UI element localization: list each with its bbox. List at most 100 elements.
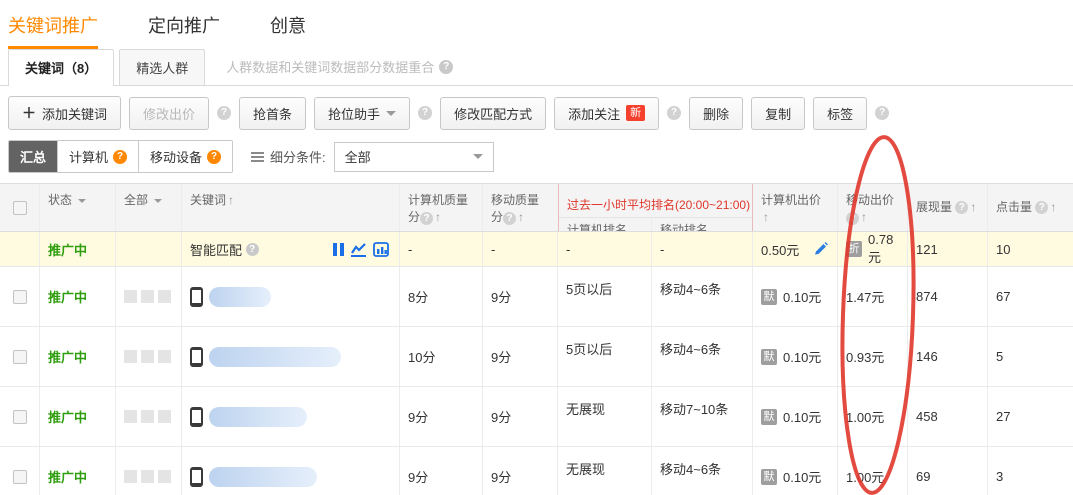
grab-assistant-label: 抢位助手 (328, 104, 380, 123)
device-indicator-icon (124, 350, 171, 363)
tag-button[interactable]: 标签 (813, 97, 867, 130)
help-icon[interactable]: ? (875, 106, 889, 120)
col-all[interactable]: 全部 (116, 184, 182, 231)
table-row: 推广中 9分 9分 无展现 移动7~10条 默 0.10元 1.00元 458 … (0, 387, 1073, 447)
smart-match-label: 智能匹配 (190, 240, 242, 259)
mobile-rank-value: 移动7~10条 (652, 387, 753, 446)
top-nav: 关键词推广 定向推广 创意 (0, 0, 1073, 49)
sort-asc-icon[interactable]: ↑ (1050, 199, 1056, 216)
sort-asc-icon[interactable]: ↑ (763, 210, 769, 224)
table-row: 推广中 8分 9分 5页以后 移动4~6条 默 0.10元 1.47元 874 … (0, 267, 1073, 327)
sort-asc-icon[interactable]: ↑ (435, 210, 441, 224)
help-icon[interactable]: ? (246, 243, 259, 256)
segment-mobile-label: 移动设备 (150, 147, 202, 166)
col-computer-bid-label: 计算机出价 (761, 193, 821, 207)
sort-asc-icon[interactable]: ↑ (228, 193, 234, 207)
default-bid-badge: 默 (761, 409, 777, 425)
pause-icon[interactable] (333, 243, 344, 256)
table-header: 状态 全部 关键词↑ 计算机质量分?↑ 移动质量分?↑ 过去一小时平均排名(20… (0, 184, 1073, 232)
help-icon[interactable]: ? (207, 150, 221, 164)
sort-asc-icon[interactable]: ↑ (861, 210, 867, 224)
col-computer-rank[interactable]: 计算机排名 (559, 218, 652, 231)
impressions-value: 121 (908, 232, 988, 266)
help-icon[interactable]: ? (418, 106, 432, 120)
trend-chart-icon[interactable] (350, 242, 367, 257)
table-row: 推广中 9分 9分 无展现 移动4~6条 默 0.10元 1.00元 69 3 (0, 447, 1073, 495)
default-bid-badge: 默 (761, 349, 777, 365)
help-icon[interactable]: ? (439, 60, 453, 74)
tab-creative[interactable]: 创意 (270, 12, 306, 49)
subtab-keywords[interactable]: 关键词（8） (8, 49, 114, 86)
subtab-note-text: 人群数据和关键词数据部分数据重合 (226, 57, 434, 76)
col-mobile-quality[interactable]: 移动质量分?↑ (483, 184, 558, 231)
delete-button[interactable]: 删除 (689, 97, 743, 130)
impressions-value: 874 (908, 267, 988, 326)
chevron-down-icon (473, 154, 483, 159)
condition-dropdown[interactable]: 全部 (334, 142, 494, 172)
segment-computer[interactable]: 计算机 ? (58, 141, 139, 172)
phone-icon (190, 287, 203, 307)
device-segment-group: 汇总 计算机 ? 移动设备 ? (8, 140, 233, 173)
col-mobile-bid[interactable]: 移动出价 ?↑ (838, 184, 908, 231)
help-icon[interactable]: ? (1035, 201, 1048, 214)
row-checkbox[interactable] (13, 290, 27, 304)
mobile-rank-value: 移动4~6条 (652, 267, 753, 326)
tab-targeted-promotion[interactable]: 定向推广 (148, 12, 220, 49)
copy-button[interactable]: 复制 (751, 97, 805, 130)
computer-rank-value: 5页以后 (558, 267, 652, 326)
help-icon[interactable]: ? (503, 212, 516, 225)
col-status[interactable]: 状态 (40, 184, 116, 231)
help-icon[interactable]: ? (955, 201, 968, 214)
col-impressions-label: 展现量 (916, 199, 952, 216)
modify-match-button[interactable]: 修改匹配方式 (440, 97, 546, 130)
select-all-checkbox[interactable] (13, 201, 27, 215)
clicks-value: 10 (988, 232, 1073, 266)
segment-computer-label: 计算机 (69, 147, 108, 166)
col-computer-quality[interactable]: 计算机质量分?↑ (400, 184, 483, 231)
clicks-value: 3 (988, 447, 1073, 495)
segment-mobile[interactable]: 移动设备 ? (139, 141, 232, 172)
subtab-audience[interactable]: 精选人群 (119, 49, 205, 85)
edit-bid-icon[interactable] (813, 241, 829, 257)
redacted-keyword (209, 347, 341, 367)
row-checkbox[interactable] (13, 470, 27, 484)
grab-first-button[interactable]: 抢首条 (239, 97, 306, 130)
col-clicks[interactable]: 点击量 ?↑ (988, 184, 1073, 231)
add-keyword-button[interactable]: ＋ 添加关键词 (8, 96, 121, 130)
filter-bar: 汇总 计算机 ? 移动设备 ? 细分条件: 全部 (0, 139, 1073, 183)
row-checkbox[interactable] (13, 410, 27, 424)
impressions-value: 458 (908, 387, 988, 446)
computer-rank-value: 无展现 (558, 387, 652, 446)
computer-quality-value: 9分 (400, 447, 483, 495)
col-rank-group: 过去一小时平均排名(20:00~21:00) 计算机排名 移动排名 (558, 184, 753, 231)
chevron-down-icon (78, 199, 86, 203)
col-keyword[interactable]: 关键词↑ (182, 184, 400, 231)
help-icon[interactable]: ? (667, 106, 681, 120)
help-icon[interactable]: ? (113, 150, 127, 164)
segment-summary[interactable]: 汇总 (9, 141, 58, 172)
condition-label: 细分条件: (270, 147, 326, 166)
col-impressions[interactable]: 展现量 ?↑ (908, 184, 988, 231)
device-indicator-icon (124, 470, 171, 483)
col-computer-bid[interactable]: 计算机出价 ↑ (753, 184, 838, 231)
plus-icon: ＋ (22, 103, 36, 123)
grab-assistant-button[interactable]: 抢位助手 (314, 97, 410, 130)
col-mobile-rank[interactable]: 移动排名 (652, 218, 752, 231)
sort-asc-icon[interactable]: ↑ (970, 199, 976, 216)
help-icon[interactable]: ? (217, 106, 231, 120)
row-checkbox[interactable] (13, 350, 27, 364)
help-icon[interactable]: ? (420, 212, 433, 225)
modify-bid-button[interactable]: 修改出价 (129, 97, 209, 130)
add-keyword-label: 添加关键词 (42, 104, 107, 123)
redacted-keyword (209, 287, 271, 307)
status-badge: 推广中 (48, 407, 87, 426)
sub-tabs: 关键词（8） 精选人群 人群数据和关键词数据部分数据重合 ? (0, 49, 1073, 86)
computer-bid-value: 0.10元 (783, 347, 821, 366)
sort-asc-icon[interactable]: ↑ (518, 210, 524, 224)
add-watch-button[interactable]: 添加关注 新 (554, 97, 659, 130)
tab-keyword-promotion[interactable]: 关键词推广 (8, 12, 98, 49)
col-rank-group-label: 过去一小时平均排名(20:00~21:00) (559, 192, 752, 218)
help-icon[interactable]: ? (846, 212, 859, 225)
status-badge: 推广中 (48, 347, 87, 366)
bar-chart-icon[interactable] (373, 242, 389, 257)
